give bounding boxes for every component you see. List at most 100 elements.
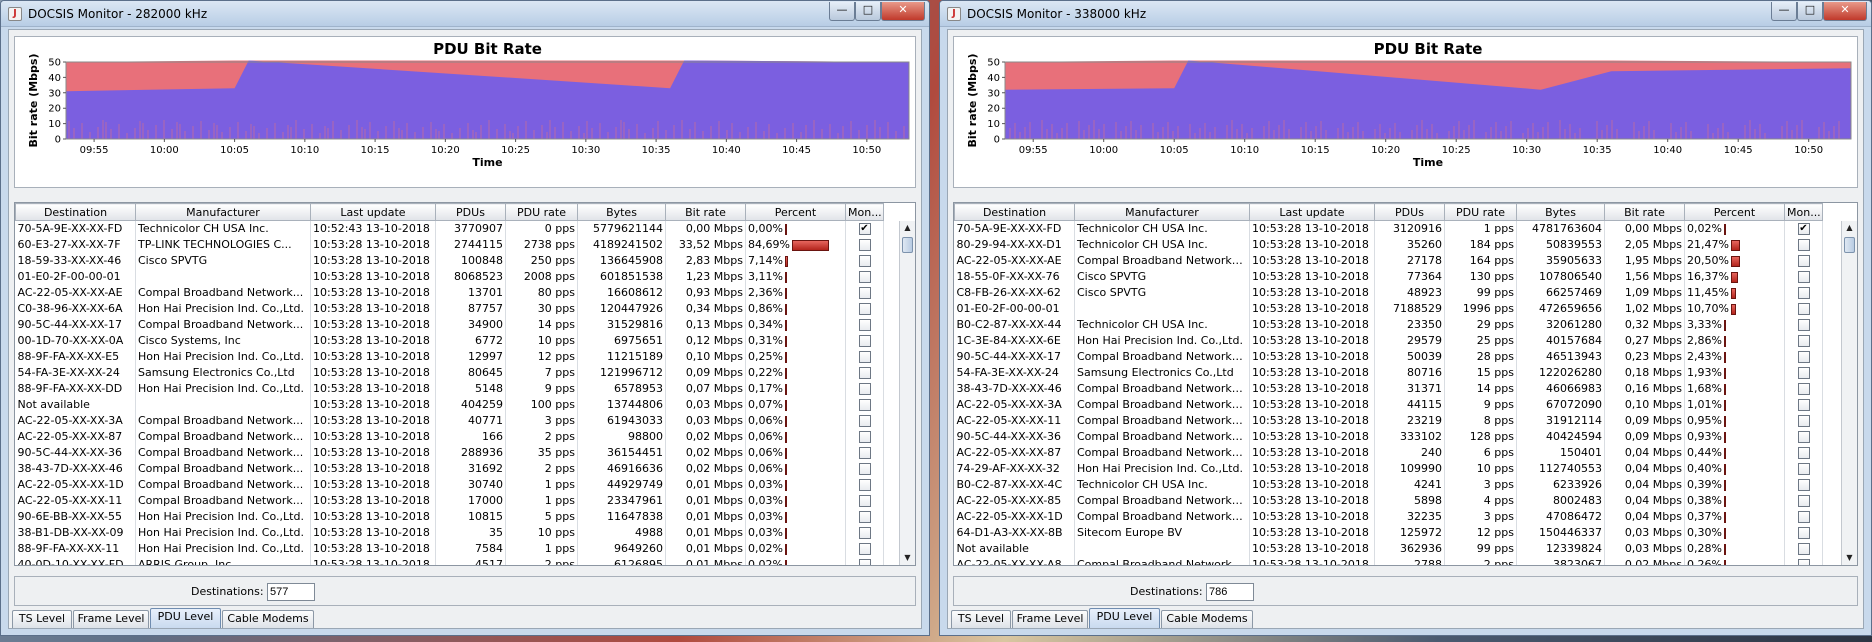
table-row[interactable]: 40-0D-10-XX-XX-FD ARRIS Group, Inc. 10:53:…	[15, 557, 884, 565]
monitor-checkbox[interactable]	[1797, 335, 1810, 347]
table-row[interactable]: AC-22-05-XX-XX-11 Compal Broadband Networ…	[15, 493, 884, 509]
destinations-count-field[interactable]	[1206, 583, 1254, 601]
column-header[interactable]: Bytes	[1516, 203, 1605, 221]
monitor-checkbox[interactable]	[858, 367, 871, 379]
close-button[interactable]: ✕	[881, 2, 925, 21]
minimize-button[interactable]: —	[1771, 2, 1797, 21]
monitor-checkbox[interactable]	[1797, 239, 1810, 251]
monitor-checkbox[interactable]	[858, 415, 871, 427]
table-row[interactable]: 01-E0-2F-00-00-01 10:53:28 13-10-2018 7188…	[954, 301, 1823, 317]
table-row[interactable]: 88-9F-FA-XX-XX-DD Hon Hai Precision Ind. …	[15, 381, 884, 397]
scroll-thumb[interactable]	[902, 237, 913, 253]
monitor-checkbox[interactable]	[858, 239, 871, 251]
monitor-checkbox[interactable]	[1797, 463, 1810, 475]
table-row[interactable]: C8-FB-26-XX-XX-62 Cisco SPVTG 10:53:28 13-…	[954, 285, 1823, 301]
tab-ts-level[interactable]: TS Level	[12, 610, 72, 628]
column-header[interactable]: Bytes	[577, 203, 666, 221]
table-row[interactable]: AC-22-05-XX-XX-A8 Compal Broadband Networ…	[954, 557, 1823, 565]
table-row[interactable]: AC-22-05-XX-XX-11 Compal Broadband Networ…	[954, 413, 1823, 429]
monitor-checkbox[interactable]	[858, 495, 871, 507]
scroll-up-icon[interactable]: ▲	[1842, 221, 1857, 235]
table-row[interactable]: 90-5C-44-XX-XX-17 Compal Broadband Networ…	[954, 349, 1823, 365]
table-row[interactable]: 18-55-0F-XX-XX-76 Cisco SPVTG 10:53:28 13-…	[954, 269, 1823, 285]
table-row[interactable]: B0-C2-87-XX-XX-44 Technicolor CH USA Inc.…	[954, 317, 1823, 333]
close-button[interactable]: ✕	[1823, 2, 1867, 21]
column-header[interactable]: Mon...	[1784, 203, 1823, 221]
monitor-checkbox[interactable]	[1797, 495, 1810, 507]
title-bar[interactable]: J DOCSIS Monitor - 338000 kHz — □ ✕	[940, 1, 1871, 27]
monitor-checkbox[interactable]	[858, 303, 871, 315]
tab-frame-level[interactable]: Frame Level	[1012, 610, 1088, 628]
column-header[interactable]: Manufacturer	[1074, 203, 1250, 221]
table-row[interactable]: 00-1D-70-XX-XX-0A Cisco Systems, Inc 10:53…	[15, 333, 884, 349]
table-row[interactable]: AC-22-05-XX-XX-1D Compal Broadband Networ…	[15, 477, 884, 493]
table-row[interactable]: AC-22-05-XX-XX-87 Compal Broadband Networ…	[15, 429, 884, 445]
monitor-checkbox[interactable]	[858, 511, 871, 523]
monitor-checkbox[interactable]	[1797, 511, 1810, 523]
monitor-checkbox[interactable]	[1797, 559, 1810, 565]
monitor-checkbox[interactable]	[1797, 303, 1810, 315]
monitor-checkbox[interactable]	[858, 383, 871, 395]
monitor-checkbox[interactable]	[1797, 399, 1810, 411]
tab-cable-modems[interactable]: Cable Modems	[1161, 610, 1253, 628]
column-header[interactable]: Percent	[1684, 203, 1785, 221]
monitor-checkbox[interactable]	[1797, 319, 1810, 331]
table-row[interactable]: 60-E3-27-XX-XX-7F TP-LINK TECHNOLOGIES C.…	[15, 237, 884, 253]
monitor-checkbox[interactable]	[858, 479, 871, 491]
table-row[interactable]: C0-38-96-XX-XX-6A Hon Hai Precision Ind. …	[15, 301, 884, 317]
scroll-thumb[interactable]	[1844, 237, 1855, 253]
monitor-checkbox[interactable]	[858, 335, 871, 347]
monitor-checkbox[interactable]	[1797, 383, 1810, 395]
table-row[interactable]: 88-9F-FA-XX-XX-E5 Hon Hai Precision Ind. …	[15, 349, 884, 365]
column-header[interactable]: PDUs	[1374, 203, 1445, 221]
tab-frame-level[interactable]: Frame Level	[73, 610, 149, 628]
table-row[interactable]: AC-22-05-XX-XX-3A Compal Broadband Networ…	[954, 397, 1823, 413]
table-row[interactable]: 90-6E-BB-XX-XX-55 Hon Hai Precision Ind. …	[15, 509, 884, 525]
tab-cable-modems[interactable]: Cable Modems	[222, 610, 314, 628]
monitor-checkbox[interactable]	[1797, 479, 1810, 491]
monitor-checkbox[interactable]	[858, 463, 871, 475]
table-row[interactable]: 18-59-33-XX-XX-46 Cisco SPVTG 10:53:28 13-…	[15, 253, 884, 269]
table-row[interactable]: 90-5C-44-XX-XX-36 Compal Broadband Networ…	[954, 429, 1823, 445]
monitor-checkbox[interactable]	[858, 351, 871, 363]
scroll-up-icon[interactable]: ▲	[900, 221, 915, 235]
monitor-checkbox[interactable]	[1797, 255, 1810, 267]
table-row[interactable]: 90-5C-44-XX-XX-17 Compal Broadband Networ…	[15, 317, 884, 333]
monitor-checkbox[interactable]	[1797, 367, 1810, 379]
table-row[interactable]: 38-43-7D-XX-XX-46 Compal Broadband Networ…	[15, 461, 884, 477]
monitor-checkbox[interactable]	[1797, 415, 1810, 427]
monitor-checkbox[interactable]	[858, 399, 871, 411]
monitor-checkbox[interactable]	[1797, 271, 1810, 283]
table-row[interactable]: B0-C2-87-XX-XX-4C Technicolor CH USA Inc.…	[954, 477, 1823, 493]
table-row[interactable]: AC-22-05-XX-XX-3A Compal Broadband Networ…	[15, 413, 884, 429]
tab-pdu-level[interactable]: PDU Level	[1089, 608, 1160, 628]
monitor-checkbox[interactable]	[1797, 431, 1810, 443]
column-header[interactable]: Last update	[310, 203, 436, 221]
column-header[interactable]: Bit rate	[665, 203, 746, 221]
table-row[interactable]: 1C-3E-84-XX-XX-6E Hon Hai Precision Ind. …	[954, 333, 1823, 349]
table-row[interactable]: 54-FA-3E-XX-XX-24 Samsung Electronics Co.…	[15, 365, 884, 381]
table-row[interactable]: Not available 10:53:28 13-10-2018 404259 10…	[15, 397, 884, 413]
column-header[interactable]: PDU rate	[505, 203, 578, 221]
monitor-checkbox[interactable]	[858, 287, 871, 299]
column-header[interactable]: Last update	[1249, 203, 1375, 221]
table-row[interactable]: AC-22-05-XX-XX-87 Compal Broadband Networ…	[954, 445, 1823, 461]
monitor-checkbox[interactable]	[858, 447, 871, 459]
table-row[interactable]: Not available 10:53:28 13-10-2018 362936 99…	[954, 541, 1823, 557]
column-header[interactable]: Percent	[745, 203, 846, 221]
table-row[interactable]: 54-FA-3E-XX-XX-24 Samsung Electronics Co.…	[954, 365, 1823, 381]
table-row[interactable]: 01-E0-2F-00-00-01 10:53:28 13-10-2018 8068…	[15, 269, 884, 285]
monitor-checkbox[interactable]	[858, 431, 871, 443]
table-row[interactable]: 64-D1-A3-XX-XX-8B Sitecom Europe BV 10:53:…	[954, 525, 1823, 541]
minimize-button[interactable]: —	[829, 2, 855, 21]
column-header[interactable]: Destination	[15, 203, 136, 221]
monitor-checkbox[interactable]	[1797, 351, 1810, 363]
column-header[interactable]: Bit rate	[1604, 203, 1685, 221]
table-row[interactable]: 38-B1-DB-XX-XX-09 Hon Hai Precision Ind. …	[15, 525, 884, 541]
vertical-scrollbar[interactable]: ▲ ▼	[899, 221, 915, 565]
table-row[interactable]: 70-5A-9E-XX-XX-FD Technicolor CH USA Inc.…	[15, 220, 884, 237]
monitor-checkbox[interactable]	[858, 255, 871, 267]
scroll-down-icon[interactable]: ▼	[1842, 551, 1857, 565]
table-row[interactable]: 70-5A-9E-XX-XX-FD Technicolor CH USA Inc.…	[954, 220, 1823, 237]
column-header[interactable]: PDU rate	[1444, 203, 1517, 221]
